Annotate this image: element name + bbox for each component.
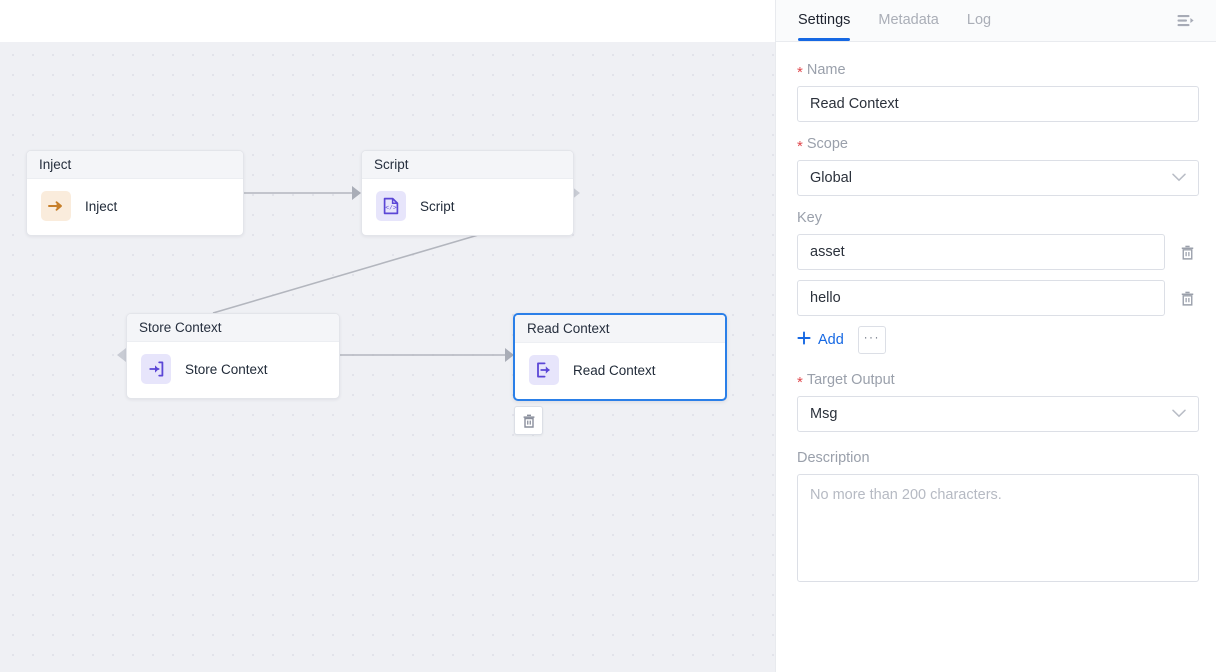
tab-label: Metadata [878, 12, 938, 28]
key-more-button[interactable]: ··· [858, 326, 886, 354]
delete-key-button-1[interactable] [1175, 240, 1199, 264]
flow-node-store-context[interactable]: Store Context Store Context [126, 313, 340, 399]
required-asterisk: * [797, 65, 803, 80]
node-label: Script [420, 199, 455, 214]
required-asterisk: * [797, 139, 803, 154]
panel-list-icon[interactable] [1172, 7, 1200, 35]
field-label-description: Description [797, 450, 1199, 466]
field-target-output: * Target Output Msg [797, 372, 1199, 432]
node-body: Read Context [515, 343, 725, 399]
tab-log[interactable]: Log [967, 0, 991, 41]
label-text: Description [797, 450, 870, 466]
node-header-title: Script [362, 151, 573, 179]
scope-select[interactable]: Global [797, 160, 1199, 196]
settings-panel: Settings Metadata Log [775, 0, 1216, 672]
node-header-title: Inject [27, 151, 243, 179]
required-asterisk: * [797, 375, 803, 390]
key-row [797, 280, 1199, 316]
label-text: Scope [807, 136, 848, 152]
delete-node-button[interactable] [514, 406, 543, 435]
plus-icon [797, 331, 811, 349]
description-textarea[interactable] [797, 474, 1199, 582]
tab-metadata[interactable]: Metadata [878, 0, 938, 41]
delete-key-button-2[interactable] [1175, 286, 1199, 310]
field-label-scope: * Scope [797, 136, 1199, 152]
inject-arrow-icon [41, 191, 71, 221]
field-name: * Name [797, 62, 1199, 122]
chevron-down-icon [1172, 170, 1186, 186]
name-input[interactable] [797, 86, 1199, 122]
add-key-button[interactable]: Add [797, 331, 844, 349]
arrow-out-of-box-icon [529, 355, 559, 385]
field-label-name: * Name [797, 62, 1199, 78]
trash-icon [521, 413, 537, 429]
node-label: Store Context [185, 362, 268, 377]
flow-canvas-area[interactable]: Inject Inject Script [0, 0, 775, 672]
arrow-into-box-icon [141, 354, 171, 384]
target-output-selected-value: Msg [810, 406, 837, 422]
label-text: Target Output [807, 372, 895, 388]
svg-text:</>: </> [385, 205, 396, 212]
node-body: </> Script [362, 179, 573, 235]
tab-label: Settings [798, 12, 850, 28]
key-actions: Add ··· [797, 326, 1199, 354]
flow-editor-app: Inject Inject Script [0, 0, 1216, 672]
key-input-1[interactable] [797, 234, 1165, 270]
flow-node-inject[interactable]: Inject Inject [26, 150, 244, 236]
add-key-label: Add [818, 332, 844, 348]
node-body: Inject [27, 179, 243, 235]
field-key: Key [797, 210, 1199, 354]
label-text: Key [797, 210, 822, 226]
node-header-title: Read Context [515, 315, 725, 343]
field-label-target-output: * Target Output [797, 372, 1199, 388]
node-label: Inject [85, 199, 117, 214]
node-body: Store Context [127, 342, 339, 398]
label-text: Name [807, 62, 846, 78]
key-row [797, 234, 1199, 270]
flow-node-read-context[interactable]: Read Context Read Context [513, 313, 727, 401]
node-header-title: Store Context [127, 314, 339, 342]
more-dots-label: ··· [864, 330, 881, 344]
target-output-select[interactable]: Msg [797, 396, 1199, 432]
chevron-down-icon [1172, 406, 1186, 422]
settings-form: * Name * Scope Global [776, 42, 1216, 672]
node-label: Read Context [573, 363, 656, 378]
scope-selected-value: Global [810, 170, 852, 186]
trash-icon [1179, 244, 1196, 261]
tab-label: Log [967, 12, 991, 28]
tab-bar-spacer [1019, 0, 1172, 41]
tab-settings[interactable]: Settings [798, 0, 850, 41]
field-label-key: Key [797, 210, 1199, 226]
code-file-icon: </> [376, 191, 406, 221]
trash-icon [1179, 290, 1196, 307]
key-input-2[interactable] [797, 280, 1165, 316]
field-scope: * Scope Global [797, 136, 1199, 196]
panel-tab-bar: Settings Metadata Log [776, 0, 1216, 42]
field-description: Description [797, 450, 1199, 587]
flow-node-script[interactable]: Script </> Script [361, 150, 574, 236]
